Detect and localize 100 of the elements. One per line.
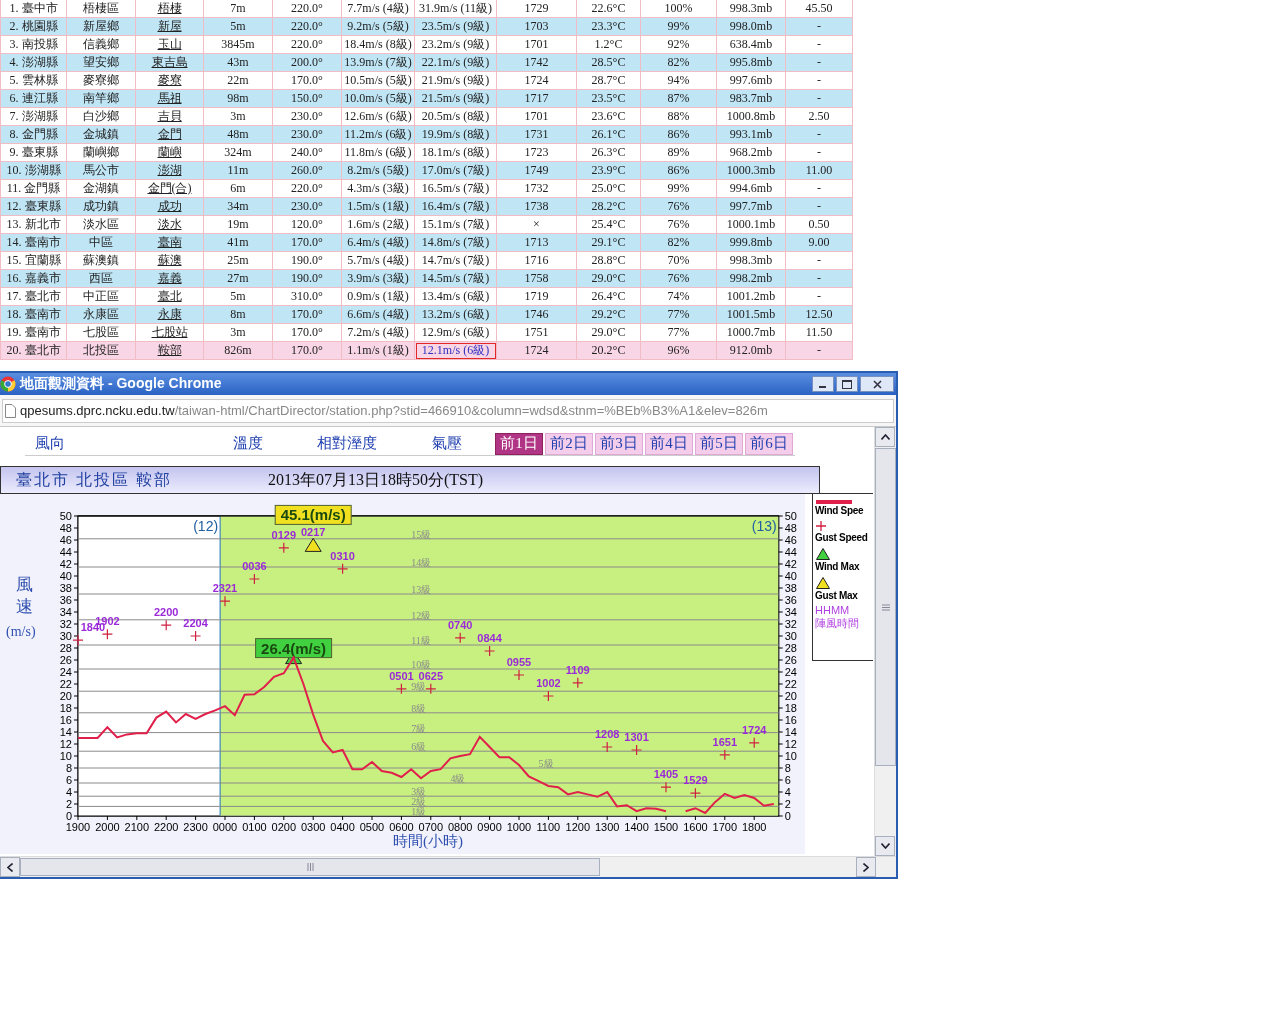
y-tick-label: 4 bbox=[784, 786, 791, 798]
table-cell: 金城鎮 bbox=[66, 125, 136, 144]
url-text: qpesums.dprc.ncku.edu.tw/taiwan-html/ChartDirector/station.php?stid=466910&column=wdsd&stnm=%BEb%B3%A1&elev=826m bbox=[20, 403, 768, 418]
table-cell: 18. 臺南市 bbox=[0, 305, 67, 324]
table-cell: 14. 臺南市 bbox=[0, 233, 67, 252]
x-tick-label: 0500 bbox=[359, 821, 385, 833]
y-axis-title: 風速 bbox=[16, 575, 33, 616]
table-cell: 9.00 bbox=[785, 233, 853, 252]
table-cell: 11.2m/s (6級) bbox=[341, 125, 415, 144]
table-cell: 70% bbox=[640, 251, 717, 270]
table-cell: 16. 嘉義市 bbox=[0, 269, 67, 288]
table-cell: 永康區 bbox=[66, 305, 136, 324]
table-cell: 29.0°C bbox=[576, 269, 641, 288]
table-cell: 31.9m/s (11級) bbox=[414, 0, 497, 18]
y-tick-label: 40 bbox=[59, 570, 72, 582]
x-tick-label: 0200 bbox=[271, 821, 297, 833]
table-cell: 淡水區 bbox=[66, 215, 136, 234]
gust-time-label: 0955 bbox=[506, 656, 532, 668]
table-cell: 1000.1mb bbox=[716, 215, 786, 234]
table-cell: - bbox=[785, 251, 853, 270]
table-cell: 1703 bbox=[496, 17, 577, 36]
table-cell: 220.0° bbox=[272, 17, 342, 36]
table-cell: 89% bbox=[640, 143, 717, 162]
table-cell: 240.0° bbox=[272, 143, 342, 162]
table-cell: 968.2mb bbox=[716, 143, 786, 162]
level-label: 5級 bbox=[538, 758, 554, 769]
table-cell: 96% bbox=[640, 341, 717, 360]
y-tick-label: 2 bbox=[65, 798, 72, 810]
y-tick-label: 0 bbox=[65, 810, 72, 822]
x-tick-label: 0000 bbox=[212, 821, 238, 833]
y-tick-label: 38 bbox=[59, 582, 72, 594]
table-cell: - bbox=[785, 71, 853, 90]
table-cell: 13.9m/s (7級) bbox=[341, 53, 415, 72]
table-cell: 86% bbox=[640, 125, 717, 144]
observation-time: 2013年07月13日18時50分(TST) bbox=[268, 469, 485, 491]
table-cell: 11.00 bbox=[785, 161, 853, 180]
table-cell: 94% bbox=[640, 71, 717, 90]
table-cell: 1716 bbox=[496, 251, 577, 270]
y-tick-label: 28 bbox=[784, 642, 797, 654]
table-cell: 12. 臺東縣 bbox=[0, 197, 67, 216]
table-cell: 120.0° bbox=[272, 215, 342, 234]
table-cell: 6. 連江縣 bbox=[0, 89, 67, 108]
max-value-tag: 45.1(m/s) bbox=[274, 504, 352, 525]
table-cell: 18.1m/s (8級) bbox=[414, 143, 497, 162]
gust-time-label: 1002 bbox=[536, 677, 561, 689]
table-cell: 12.1m/s (6級) bbox=[414, 341, 497, 360]
table-cell: 1001.5mb bbox=[716, 305, 786, 324]
table-cell: 5.7m/s (4級) bbox=[341, 251, 415, 270]
table-cell: × bbox=[496, 215, 577, 234]
gust-time-label: 1651 bbox=[712, 735, 738, 748]
table-cell: - bbox=[785, 17, 853, 36]
x-tick-label: 1000 bbox=[506, 821, 532, 833]
level-label: 15級 bbox=[411, 528, 432, 540]
table-cell: 14.8m/s (7級) bbox=[414, 233, 497, 252]
table-cell: 1749 bbox=[496, 161, 577, 180]
table-cell: 11.50 bbox=[785, 323, 853, 342]
y-tick-label: 44 bbox=[59, 546, 72, 558]
y-tick-label: 20 bbox=[59, 690, 72, 702]
x-tick-label: 1500 bbox=[653, 821, 679, 833]
table-cell: 20. 臺北市 bbox=[0, 341, 67, 360]
table-cell: 99% bbox=[640, 179, 717, 198]
table-cell: 14.5m/s (7級) bbox=[414, 269, 497, 288]
level-label: 14級 bbox=[411, 557, 432, 568]
table-cell: 15.1m/s (7級) bbox=[414, 215, 497, 234]
table-cell: 200.0° bbox=[272, 53, 342, 72]
y-tick-label: 20 bbox=[784, 690, 797, 702]
table-cell: 1723 bbox=[496, 143, 577, 162]
x-tick-label: 0400 bbox=[330, 821, 355, 833]
y-tick-label: 32 bbox=[784, 618, 797, 630]
table-cell: 41m bbox=[203, 233, 273, 252]
level-label: 12級 bbox=[411, 609, 432, 621]
table-cell: 23.5m/s (9級) bbox=[414, 17, 497, 36]
table-cell: 77% bbox=[640, 323, 717, 342]
legend-label: Gust Speed bbox=[815, 532, 869, 543]
table-cell: 1701 bbox=[496, 35, 577, 54]
table-cell: 19. 臺南市 bbox=[0, 323, 67, 342]
y-tick-label: 30 bbox=[59, 630, 72, 642]
gust-time-label: 0129 bbox=[271, 528, 297, 541]
table-cell: 20.5m/s (8級) bbox=[414, 107, 497, 126]
table-cell: 912.0mb bbox=[716, 341, 786, 360]
table-cell: 3m bbox=[203, 323, 273, 342]
table-cell: 230.0° bbox=[272, 197, 342, 216]
level-label: 13級 bbox=[411, 584, 432, 595]
y-tick-label: 46 bbox=[784, 534, 797, 546]
y-tick-label: 12 bbox=[59, 738, 72, 750]
table-cell: 21.9m/s (9級) bbox=[414, 71, 497, 90]
table-cell: 10. 澎湖縣 bbox=[0, 161, 67, 180]
table-cell: 1.1m/s (1級) bbox=[341, 341, 415, 360]
table-cell: 220.0° bbox=[272, 0, 342, 18]
table-cell: 1742 bbox=[496, 53, 577, 72]
table-cell: 34m bbox=[203, 197, 273, 216]
table-cell: 1.2°C bbox=[576, 35, 641, 54]
gust-time-label: 1529 bbox=[683, 774, 708, 787]
table-cell: 中正區 bbox=[66, 287, 136, 306]
table-cell: 76% bbox=[640, 197, 717, 216]
gust-time-label: 0501 bbox=[389, 669, 414, 682]
x-tick-label: 1200 bbox=[565, 821, 591, 833]
table-cell: 45.50 bbox=[785, 0, 853, 18]
y-tick-label: 16 bbox=[784, 714, 797, 726]
y-tick-label: 46 bbox=[59, 534, 72, 546]
